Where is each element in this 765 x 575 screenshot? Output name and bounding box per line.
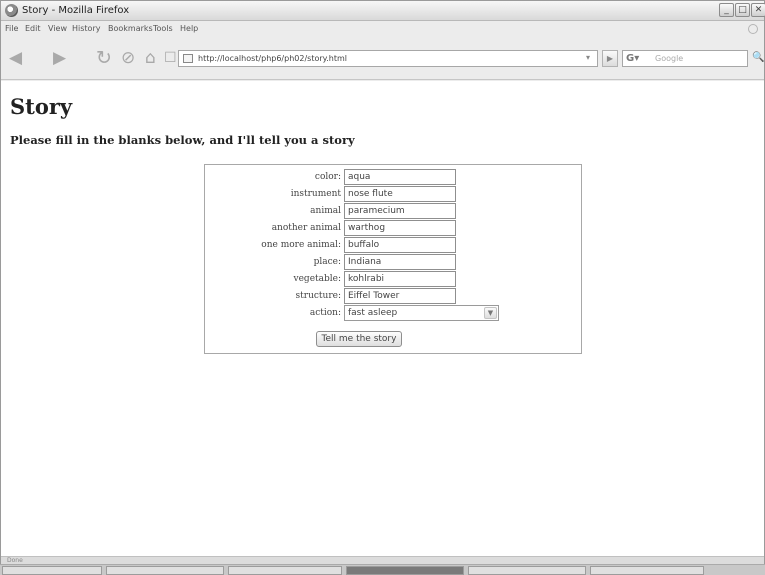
field-label: place: <box>313 257 341 267</box>
field-row-vegetable: vegetable: kohlrabi <box>205 271 583 288</box>
one-more-animal-input[interactable]: buffalo <box>344 237 456 253</box>
taskbar-item[interactable] <box>228 566 342 575</box>
menu-help[interactable]: Help <box>180 24 198 33</box>
field-label: action: <box>309 308 341 318</box>
forward-button[interactable]: ▶ <box>53 48 66 68</box>
animal-input[interactable]: paramecium <box>344 203 456 219</box>
field-row-action: action: fast asleep ▼ <box>205 305 583 322</box>
field-label: another animal <box>271 223 341 233</box>
browser-window: Story - Mozilla Firefox _ □ ✕ File Edit … <box>0 0 765 575</box>
field-label: animal <box>310 206 341 216</box>
field-row-place: place: Indiana <box>205 254 583 271</box>
field-label: one more animal: <box>261 240 341 250</box>
activity-throbber-icon <box>748 24 758 34</box>
taskbar-item[interactable] <box>106 566 224 575</box>
page-title: Story <box>10 94 73 119</box>
stop-button[interactable]: ⊘ <box>121 48 135 68</box>
menu-tools[interactable]: Tools <box>153 24 173 33</box>
go-button[interactable]: ▶ <box>602 50 618 67</box>
url-bar[interactable]: http://localhost/php6/ph02/story.html ▾ <box>178 50 598 67</box>
navigation-toolbar: ◀ ▶ ↻ ⊘ ⌂ ☐ http://localhost/php6/ph02/s… <box>1 38 764 80</box>
bookmark-page-icon[interactable]: ☐ <box>164 48 177 68</box>
menu-file[interactable]: File <box>5 24 18 33</box>
home-button[interactable]: ⌂ <box>145 48 156 68</box>
menu-bar: File Edit View History Bookmarks Tools H… <box>1 22 764 37</box>
instrument-input[interactable]: nose flute <box>344 186 456 202</box>
menu-bookmarks[interactable]: Bookmarks <box>108 24 153 33</box>
window-title: Story - Mozilla Firefox <box>22 5 130 16</box>
url-history-dropdown-icon[interactable]: ▾ <box>581 53 595 62</box>
title-bar: Story - Mozilla Firefox _ □ ✕ <box>1 1 765 21</box>
minimize-button[interactable]: _ <box>719 3 734 17</box>
back-button[interactable]: ◀ <box>9 48 22 68</box>
field-row-instrument: instrument nose flute <box>205 186 583 203</box>
search-placeholder: Google <box>655 54 684 63</box>
field-label: instrument <box>290 189 341 199</box>
maximize-button[interactable]: □ <box>735 3 750 17</box>
chevron-down-icon[interactable]: ▼ <box>484 307 497 319</box>
menu-view[interactable]: View <box>48 24 67 33</box>
vegetable-input[interactable]: kohlrabi <box>344 271 456 287</box>
page-subheading: Please fill in the blanks below, and I'l… <box>10 133 355 147</box>
field-label: vegetable: <box>293 274 341 284</box>
url-text[interactable]: http://localhost/php6/ph02/story.html <box>198 54 347 63</box>
search-engine-selector[interactable]: G▾ <box>626 53 639 64</box>
taskbar-item-active[interactable] <box>346 566 464 575</box>
reload-button[interactable]: ↻ <box>96 48 112 68</box>
field-row-one-more-animal: one more animal: buffalo <box>205 237 583 254</box>
search-icon[interactable]: 🔍 <box>752 52 764 63</box>
os-taskbar <box>0 564 765 575</box>
field-row-structure: structure: Eiffel Tower <box>205 288 583 305</box>
structure-input[interactable]: Eiffel Tower <box>344 288 456 304</box>
color-input[interactable]: aqua <box>344 169 456 185</box>
story-form: color: aqua instrument nose flute animal… <box>204 164 582 354</box>
menu-history[interactable]: History <box>72 24 100 33</box>
page-content: Story Please fill in the blanks below, a… <box>1 81 764 556</box>
taskbar-item[interactable] <box>590 566 704 575</box>
action-select[interactable]: fast asleep ▼ <box>344 305 499 321</box>
taskbar-item[interactable] <box>2 566 102 575</box>
status-text: Done <box>7 557 23 564</box>
menu-edit[interactable]: Edit <box>25 24 41 33</box>
tell-story-button[interactable]: Tell me the story <box>316 331 402 347</box>
close-button[interactable]: ✕ <box>751 3 765 17</box>
field-label: color: <box>314 172 341 182</box>
field-row-animal: animal paramecium <box>205 203 583 220</box>
taskbar-item[interactable] <box>468 566 586 575</box>
place-input[interactable]: Indiana <box>344 254 456 270</box>
field-label: structure: <box>295 291 341 301</box>
page-icon <box>183 54 193 63</box>
firefox-icon <box>5 4 18 17</box>
another-animal-input[interactable]: warthog <box>344 220 456 236</box>
field-row-color: color: aqua <box>205 169 583 186</box>
field-row-another-animal: another animal warthog <box>205 220 583 237</box>
search-box[interactable]: G▾ Google <box>622 50 748 67</box>
action-selected-value: fast asleep <box>348 308 398 318</box>
